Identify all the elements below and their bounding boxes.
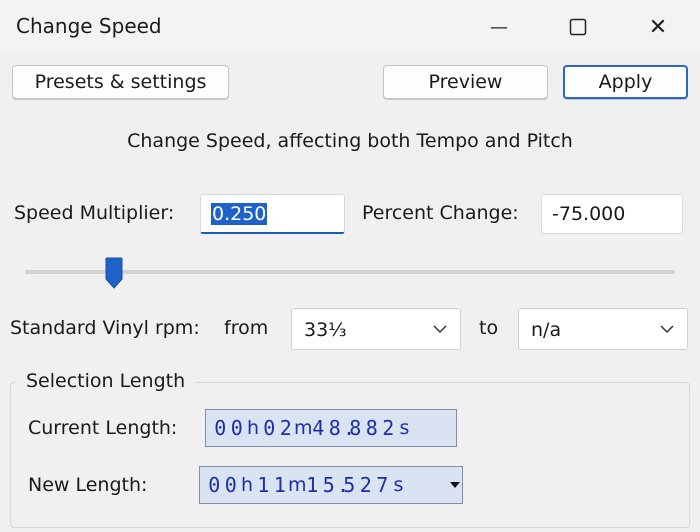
time-digit: 4 [312,416,325,440]
time-unit: m [288,474,307,496]
speed-multiplier-label: Speed Multiplier: [14,202,175,224]
new-length-label: New Length: [28,474,148,496]
percent-change-value: -75.000 [552,203,626,225]
percent-change-input[interactable]: -75.000 [541,194,683,234]
slider-thumb-icon[interactable] [105,257,123,289]
time-digit: 2 [279,416,292,440]
time-digit: 5 [322,473,335,497]
time-digit: 2 [359,473,372,497]
presets-settings-label: Presets & settings [34,71,207,93]
new-length-display[interactable]: 00h11m15.527s [199,466,463,504]
time-unit: s [399,417,410,439]
percent-change-label: Percent Change: [362,202,519,224]
vinyl-rpm-label: Standard Vinyl rpm: [10,317,200,339]
window-title: Change Speed [16,14,162,38]
close-button[interactable]: ✕ [618,0,698,54]
time-digit: 5 [343,473,356,497]
preview-button[interactable]: Preview [383,65,548,99]
apply-label: Apply [598,71,653,93]
minimize-icon: — [490,16,508,38]
time-unit: h [246,417,260,439]
time-digit: 7 [376,473,389,497]
time-digit: 0 [230,416,243,440]
vinyl-to-label: to [479,317,499,339]
selection-length-title: Selection Length [16,370,196,392]
time-digit: 2 [382,416,395,440]
time-unit: s [393,474,404,496]
speed-multiplier-value: 0.250 [211,203,268,225]
time-digit: 1 [306,473,319,497]
current-length-display: 00h02m48.882s [205,409,457,447]
time-unit: h [240,474,254,496]
time-digit: 1 [273,473,286,497]
vinyl-from-select[interactable]: 33⅓ [291,308,461,350]
vinyl-to-value: n/a [531,319,562,341]
speed-multiplier-input[interactable]: 0.250 [200,194,345,234]
maximize-icon [569,18,587,36]
time-digit: 0 [263,416,276,440]
preview-label: Preview [428,71,503,93]
time-digit: 8 [328,416,341,440]
time-digit: 8 [365,416,378,440]
dropdown-triangle-icon[interactable] [449,479,461,491]
time-digit: 0 [214,416,227,440]
time-digit: 0 [224,473,237,497]
close-icon: ✕ [648,14,668,40]
selection-length-group [10,382,690,528]
vinyl-from-label: from [224,317,269,339]
presets-settings-button[interactable]: Presets & settings [12,65,229,99]
time-digit: 8 [349,416,362,440]
title-bar: Change Speed — ✕ [0,0,700,54]
vinyl-from-value: 33⅓ [304,319,347,341]
apply-button[interactable]: Apply [563,65,688,99]
chevron-down-icon [660,325,674,334]
time-digit: 0 [208,473,221,497]
maximize-button[interactable] [538,0,618,54]
chevron-down-icon [433,325,447,334]
minimize-button[interactable]: — [459,0,539,54]
time-unit: m [294,417,313,439]
time-digit: 1 [257,473,270,497]
effect-description: Change Speed, affecting both Tempo and P… [127,130,573,152]
vinyl-to-select[interactable]: n/a [518,308,688,350]
current-length-label: Current Length: [28,417,178,439]
